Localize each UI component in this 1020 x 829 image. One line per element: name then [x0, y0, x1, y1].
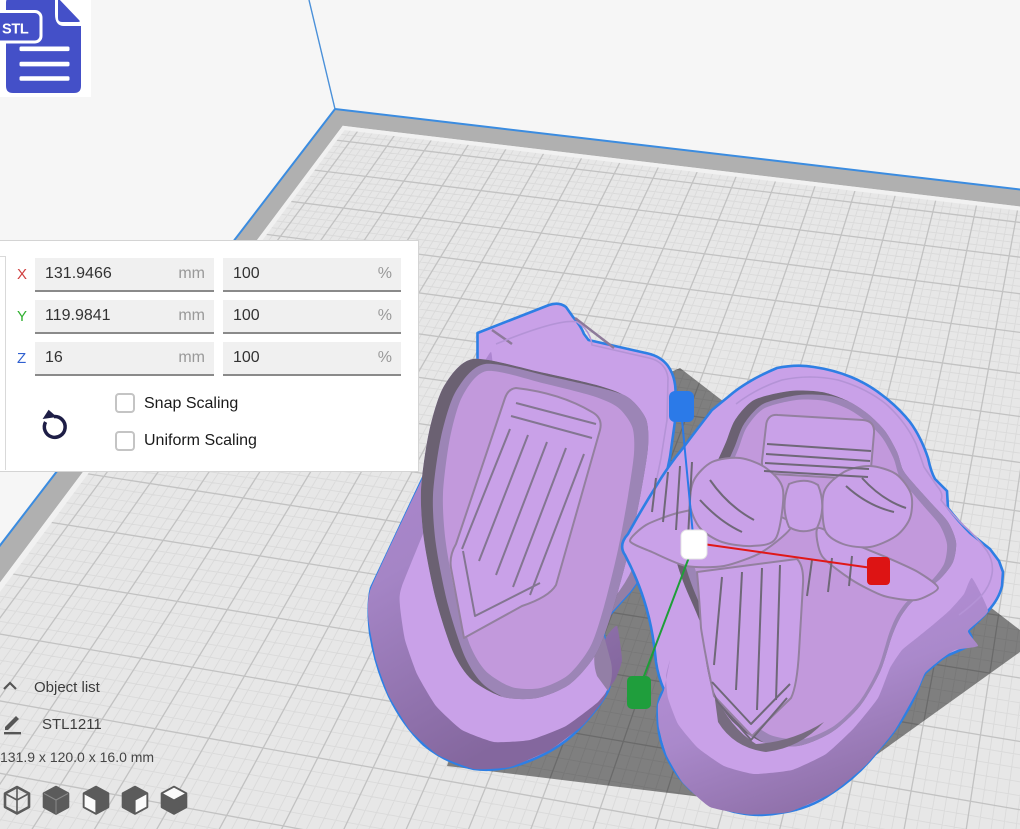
svg-text:STL: STL — [2, 22, 29, 38]
